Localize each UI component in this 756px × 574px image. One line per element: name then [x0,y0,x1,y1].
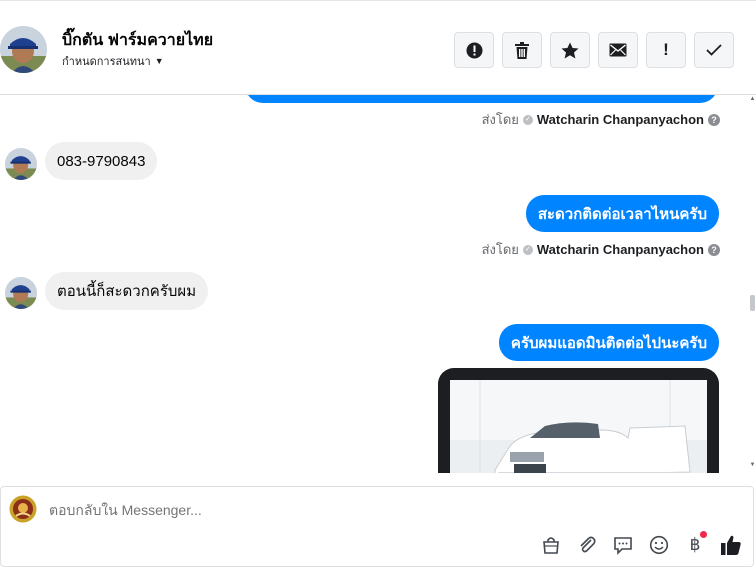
help-icon[interactable]: ? [708,113,720,126]
contact-avatar-image [5,148,37,180]
attachment-photo [450,380,707,473]
outgoing-message-bubble[interactable]: สะดวกติดต่อเวลาไหนครับ [525,195,719,232]
conversation-toolbar: ! [454,32,734,68]
incoming-message-bubble[interactable]: 083-9790843 [45,142,158,180]
contact-name[interactable]: บิ๊กตัน ฟาร์มควายไทย [62,28,213,53]
chat-scrollbar[interactable]: ▲ ▼ [749,95,756,473]
sent-by-prefix: ส่งโดย [481,112,519,127]
exclamation-icon: ! [663,40,669,59]
smiley-icon [649,535,669,555]
emoji-button[interactable] [647,533,671,557]
agent-name: Watcharin Chanpanyachon [536,112,704,127]
message-thread[interactable]: ส่งโดย ✓ Watcharin Chanpanyachon ? 083-9… [0,95,756,473]
checkmark-icon [706,44,722,56]
sent-check-icon: ✓ [522,244,533,255]
agent-name: Watcharin Chanpanyachon [536,242,704,257]
paperclip-icon [580,536,596,553]
assign-conversation-label: กำหนดการสนทนา [62,56,151,68]
caret-down-icon: ▼ [154,56,164,66]
sent-by-label: ส่งโดย ✓ Watcharin Chanpanyachon ? [482,239,720,260]
envelope-icon [609,43,627,57]
saved-reply-button[interactable] [611,533,635,557]
composer-toolbar: ฿ [539,531,743,557]
sent-by-label: ส่งโดย ✓ Watcharin Chanpanyachon ? [482,109,720,130]
pickup-truck-image [450,380,707,473]
scroll-up-arrow-icon[interactable]: ▲ [749,95,756,103]
delete-button[interactable] [502,32,542,68]
star-button[interactable] [550,32,590,68]
spam-button[interactable] [454,32,494,68]
like-button[interactable] [719,533,743,557]
thumbs-up-icon [721,535,741,555]
alert-circle-icon [466,42,482,58]
trash-icon [515,41,529,59]
attach-button[interactable] [575,533,599,557]
mark-unread-button[interactable] [598,32,638,68]
contact-avatar-image [0,26,47,73]
payment-button[interactable]: ฿ [683,531,707,557]
page-logo-icon [9,495,37,523]
scrollbar-thumb[interactable] [750,295,755,311]
conversation-header: บิ๊กตัน ฟาร์มควายไทย กำหนดการสนทนา ▼ ! [0,0,756,95]
help-icon[interactable]: ? [708,243,720,256]
scroll-down-arrow-icon[interactable]: ▼ [749,461,756,469]
reply-input[interactable] [49,502,649,518]
chat-bubble-icon [614,537,632,555]
outgoing-message-bubble-partial[interactable] [245,95,718,103]
contact-avatar-small [5,277,37,309]
page-avatar [9,495,37,523]
sent-check-icon: ✓ [522,114,533,125]
star-icon [561,42,579,58]
assign-conversation-dropdown[interactable]: กำหนดการสนทนา ▼ [62,52,164,70]
contact-avatar-image [5,277,37,309]
notification-dot [700,531,707,538]
message-composer: ฿ [0,486,754,567]
contact-avatar-small [5,148,37,180]
baht-icon: ฿ [689,535,701,554]
sent-by-prefix: ส่งโดย [481,242,519,257]
mark-done-button[interactable] [694,32,734,68]
shopping-bag-icon [543,537,559,554]
incoming-message-bubble[interactable]: ตอนนี้ก็สะดวกครับผม [45,272,209,310]
outgoing-message-bubble[interactable]: ครับผมแอดมินติดต่อไปนะครับ [498,324,719,361]
shop-button[interactable] [539,533,563,557]
image-attachment[interactable] [438,368,719,473]
follow-up-button[interactable]: ! [646,32,686,68]
contact-avatar[interactable] [0,26,47,73]
